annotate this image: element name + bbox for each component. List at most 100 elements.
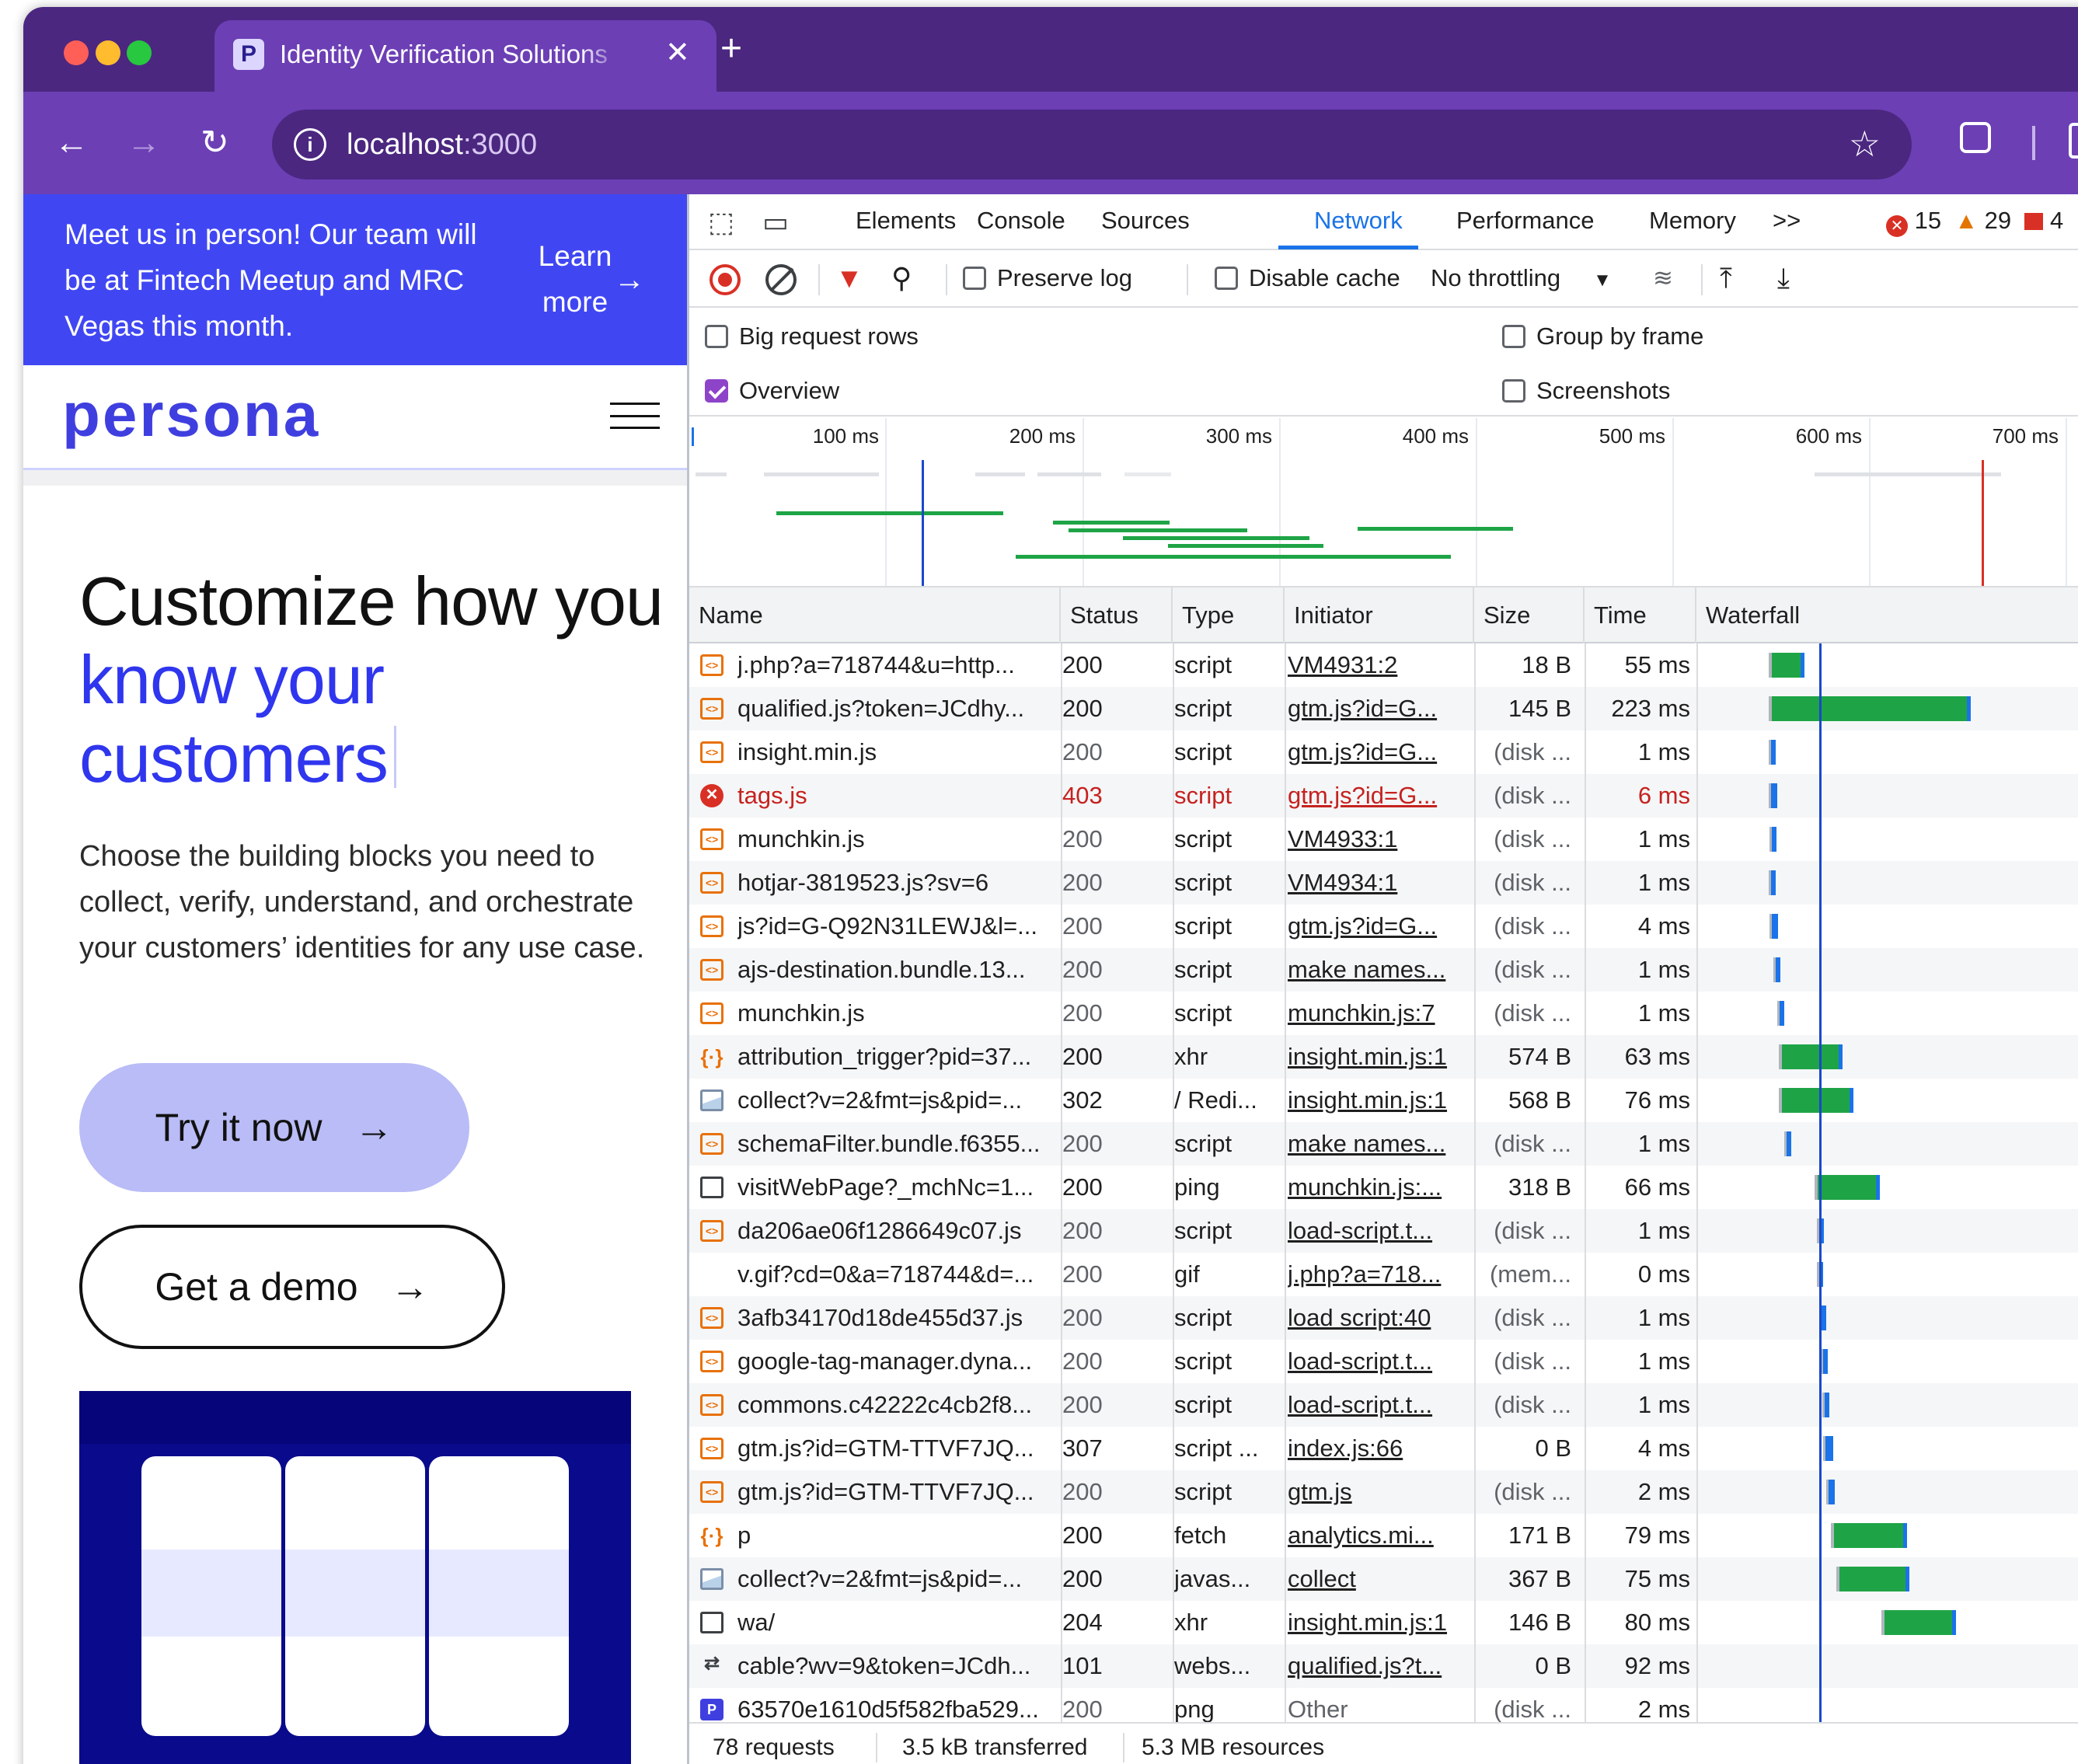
table-row[interactable]: <> google-tag-manager.dyna... 200 script loa… bbox=[689, 1340, 2078, 1383]
request-initiator[interactable]: analytics.mi... bbox=[1288, 1514, 1463, 1557]
network-conditions-icon[interactable]: ≋ bbox=[1653, 260, 1673, 296]
request-initiator[interactable]: gtm.js?id=G... bbox=[1288, 730, 1463, 774]
table-row[interactable]: <> j.php?a=718744&u=http... 200 script VM493… bbox=[689, 643, 2078, 687]
request-initiator[interactable]: load-script.t... bbox=[1288, 1209, 1463, 1253]
address-bar[interactable]: i localhost:3000 ☆ bbox=[272, 110, 1912, 180]
table-row[interactable]: {·} p 200 fetch analytics.mi... 171 B 79 ms bbox=[689, 1514, 2078, 1557]
request-initiator[interactable]: insight.min.js:1 bbox=[1288, 1601, 1463, 1644]
request-initiator[interactable]: gtm.js?id=G... bbox=[1288, 687, 1463, 730]
network-overview-timeline[interactable]: 100 ms 200 ms 300 ms 400 ms 500 ms 600 m… bbox=[689, 418, 2078, 586]
table-row[interactable]: <> hotjar-3819523.js?sv=6 200 script VM4934:… bbox=[689, 861, 2078, 905]
throttling-select[interactable]: No throttling ▼ bbox=[1431, 260, 1612, 298]
bookmark-star-icon[interactable]: ☆ bbox=[1849, 124, 1881, 164]
import-har-icon[interactable]: ⤒ bbox=[1720, 260, 1732, 296]
site-info-icon[interactable]: i bbox=[294, 128, 326, 161]
export-har-icon[interactable]: ⤓ bbox=[1777, 260, 1790, 296]
request-initiator[interactable]: load-script.t... bbox=[1288, 1340, 1463, 1383]
column-header-type[interactable]: Type bbox=[1173, 587, 1285, 643]
search-icon[interactable]: ⚲ bbox=[891, 260, 912, 296]
reload-icon[interactable]: ↻ bbox=[200, 123, 229, 163]
table-row[interactable]: <> da206ae06f1286649c07.js 200 script load-s… bbox=[689, 1209, 2078, 1253]
request-initiator[interactable]: load-script.t... bbox=[1288, 1383, 1463, 1427]
request-initiator[interactable]: load script:40 bbox=[1288, 1296, 1463, 1340]
close-tab-icon[interactable]: ✕ bbox=[665, 36, 690, 70]
table-row[interactable]: collect?v=2&fmt=js&pid=... 200 javas... col… bbox=[689, 1557, 2078, 1601]
issue-counters[interactable]: ✕ 15 ▲ 29 4 bbox=[1886, 204, 2063, 239]
stop-recording-icon[interactable] bbox=[710, 264, 741, 295]
screenshots-checkbox[interactable]: Screenshots bbox=[1502, 373, 1670, 409]
tab-console[interactable]: Console bbox=[977, 204, 1065, 238]
request-initiator[interactable]: VM4933:1 bbox=[1288, 818, 1463, 861]
group-by-frame-checkbox[interactable]: Group by frame bbox=[1502, 319, 1703, 354]
column-header-initiator[interactable]: Initiator bbox=[1285, 587, 1474, 643]
table-row[interactable]: wa/204 xhr insight.min.js:1 146 B 80 ms bbox=[689, 1601, 2078, 1644]
request-initiator[interactable]: gtm.js?id=G... bbox=[1288, 905, 1463, 948]
zoom-window-button[interactable] bbox=[127, 40, 152, 65]
request-initiator[interactable]: VM4931:2 bbox=[1288, 643, 1463, 687]
filter-funnel-icon[interactable]: ▼ bbox=[835, 260, 863, 296]
request-initiator[interactable]: make names... bbox=[1288, 948, 1463, 992]
table-row[interactable]: <> qualified.js?token=JCdhy... 200 script gt… bbox=[689, 687, 2078, 730]
table-row[interactable]: <> schemaFilter.bundle.f6355... 200 script m… bbox=[689, 1122, 2078, 1166]
table-row[interactable]: {·} attribution_trigger?pid=37... 200 xhr in… bbox=[689, 1035, 2078, 1079]
tab-memory[interactable]: Memory bbox=[1649, 204, 1736, 238]
column-header-name[interactable]: Name bbox=[689, 587, 1061, 643]
request-initiator[interactable]: gtm.js bbox=[1288, 1470, 1463, 1514]
table-row[interactable]: collect?v=2&fmt=js&pid=... 302 / Redi... in… bbox=[689, 1079, 2078, 1122]
extensions-puzzle-icon[interactable] bbox=[1960, 122, 1991, 153]
inspect-element-icon[interactable]: ⬚ bbox=[708, 207, 734, 238]
try-it-now-button[interactable]: Try it now → bbox=[79, 1063, 469, 1192]
column-header-status[interactable]: Status bbox=[1061, 587, 1173, 643]
table-row[interactable]: <> ajs-destination.bundle.13... 200 script m… bbox=[689, 948, 2078, 992]
request-initiator[interactable]: gtm.js?id=G... bbox=[1288, 774, 1463, 818]
column-header-time[interactable]: Time bbox=[1585, 587, 1696, 643]
column-header-waterfall[interactable]: Waterfall bbox=[1696, 587, 2078, 643]
tab-sources[interactable]: Sources bbox=[1101, 204, 1190, 238]
table-row[interactable]: <> gtm.js?id=GTM-TTVF7JQ... 200 script gtm.j… bbox=[689, 1470, 2078, 1514]
table-row[interactable]: <> munchkin.js 200 script VM4933:1 (disk ... 1… bbox=[689, 818, 2078, 861]
disable-cache-checkbox[interactable]: Disable cache bbox=[1215, 260, 1400, 296]
request-initiator[interactable]: munchkin.js:7 bbox=[1288, 992, 1463, 1035]
new-tab-icon[interactable]: + bbox=[720, 29, 742, 69]
request-initiator[interactable]: insight.min.js:1 bbox=[1288, 1079, 1463, 1122]
request-initiator[interactable]: munchkin.js:... bbox=[1288, 1166, 1463, 1209]
tab-network[interactable]: Network bbox=[1314, 204, 1403, 238]
minimize-window-button[interactable] bbox=[96, 40, 120, 65]
timeline-selection-handle[interactable] bbox=[692, 427, 694, 446]
request-initiator[interactable]: collect bbox=[1288, 1557, 1463, 1601]
table-row[interactable]: ⇄ cable?wv=9&token=JCdh... 101 webs... quali… bbox=[689, 1644, 2078, 1688]
arrow-right-icon[interactable]: → bbox=[614, 260, 645, 299]
request-initiator[interactable]: j.php?a=718... bbox=[1288, 1253, 1463, 1296]
hamburger-menu-icon[interactable] bbox=[610, 403, 660, 429]
request-initiator[interactable]: insight.min.js:1 bbox=[1288, 1035, 1463, 1079]
back-arrow-icon[interactable]: ← bbox=[54, 123, 89, 163]
learn-more-link[interactable]: Learn more bbox=[521, 233, 629, 325]
request-initiator[interactable]: qualified.js?t... bbox=[1288, 1644, 1463, 1688]
forward-arrow-icon[interactable]: → bbox=[127, 123, 161, 163]
tab-performance[interactable]: Performance bbox=[1456, 204, 1594, 238]
overview-checkbox[interactable]: Overview bbox=[705, 373, 839, 409]
request-initiator[interactable]: index.js:66 bbox=[1288, 1427, 1463, 1470]
side-panel-icon[interactable] bbox=[2069, 123, 2078, 159]
device-toolbar-icon[interactable]: ▭ bbox=[762, 207, 789, 238]
request-initiator[interactable]: make names... bbox=[1288, 1122, 1463, 1166]
preserve-log-checkbox[interactable]: Preserve log bbox=[963, 260, 1132, 296]
table-row[interactable]: <> 3afb34170d18de455d37.js 200 script load s… bbox=[689, 1296, 2078, 1340]
table-row[interactable]: <> munchkin.js 200 script munchkin.js:7 (disk… bbox=[689, 992, 2078, 1035]
table-row[interactable]: <> js?id=G-Q92N31LEWJ&l=... 200 script gtm.j… bbox=[689, 905, 2078, 948]
table-row[interactable]: <> commons.c42222c4cb2f8... 200 script load-… bbox=[689, 1383, 2078, 1427]
request-initiator[interactable]: VM4934:1 bbox=[1288, 861, 1463, 905]
get-a-demo-button[interactable]: Get a demo → bbox=[79, 1225, 505, 1349]
table-row[interactable]: visitWebPage?_mchNc=1... 200 ping munchkin.… bbox=[689, 1166, 2078, 1209]
persona-logo[interactable]: persona bbox=[62, 376, 320, 454]
table-row[interactable]: v.gif?cd=0&a=718744&d=... 200 gif j.php?a=7… bbox=[689, 1253, 2078, 1296]
more-tabs-chevron-icon[interactable]: >> bbox=[1773, 204, 1801, 238]
table-row[interactable]: <> gtm.js?id=GTM-TTVF7JQ... 307 script ... i… bbox=[689, 1427, 2078, 1470]
clear-log-icon[interactable] bbox=[765, 264, 797, 295]
table-row[interactable]: ✕ tags.js 403 script gtm.js?id=G... (disk ...… bbox=[689, 774, 2078, 818]
tab-elements[interactable]: Elements bbox=[856, 204, 956, 238]
url-text[interactable]: localhost:3000 bbox=[347, 125, 537, 164]
big-request-rows-checkbox[interactable]: Big request rows bbox=[705, 319, 919, 354]
column-header-size[interactable]: Size bbox=[1474, 587, 1585, 643]
close-window-button[interactable] bbox=[64, 40, 89, 65]
